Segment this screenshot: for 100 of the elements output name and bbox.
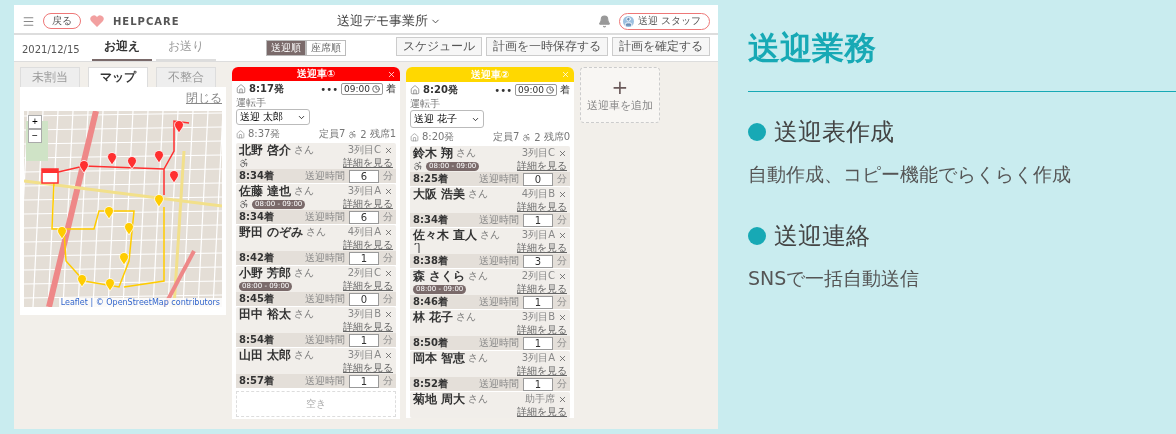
seat-text: 3列目C: [521, 146, 555, 160]
driver-select[interactable]: 送迎 太郎: [236, 109, 310, 125]
honorific: さん: [468, 187, 489, 201]
duration-label: 送迎時間: [479, 377, 519, 391]
duration-field[interactable]: 6: [349, 210, 379, 224]
passenger-card[interactable]: 菊地 周大 さん 助手席 詳細を見る: [410, 392, 570, 418]
seat-text: 3列目A: [347, 348, 381, 362]
details-link[interactable]: 詳細を見る: [343, 279, 393, 293]
passenger-name: 鈴木 翔: [413, 146, 454, 160]
bell-icon[interactable]: [597, 14, 611, 28]
remove-icon[interactable]: [558, 394, 567, 404]
remove-icon[interactable]: [558, 271, 567, 281]
passenger-card[interactable]: 佐々木 直人 さん 3列目A 詳細を見る 8:38着 送迎時間 3 分: [410, 228, 570, 268]
remove-icon[interactable]: [384, 227, 393, 237]
duration-label: 送迎時間: [479, 213, 519, 227]
passenger-name: 大阪 浩美: [413, 187, 466, 201]
office-dropdown[interactable]: 送迎デモ事業所: [330, 11, 447, 31]
more-dots[interactable]: •••: [494, 84, 513, 96]
order-toggle-button[interactable]: 送迎順: [265, 40, 306, 56]
details-link[interactable]: 詳細を見る: [517, 364, 567, 378]
remove-icon[interactable]: [558, 148, 567, 158]
passenger-card[interactable]: 大阪 浩美 さん 4列目B 詳細を見る 8:34着 送迎時間 1 分: [410, 187, 570, 227]
passenger-card[interactable]: 林 花子 さん 3列目B 詳細を見る 8:50着 送迎時間 1 分: [410, 310, 570, 350]
duration-field[interactable]: 6: [349, 169, 379, 183]
details-link[interactable]: 詳細を見る: [517, 159, 567, 173]
close-link[interactable]: 閉じる: [186, 90, 222, 107]
capacity-text: 定員7: [492, 130, 520, 144]
duration-field[interactable]: 0: [349, 292, 379, 306]
zoom-out-button[interactable]: −: [28, 129, 42, 143]
unit-text: 分: [557, 213, 567, 227]
action-button[interactable]: スケジュール: [396, 37, 482, 56]
menu-icon[interactable]: [22, 14, 35, 28]
feature-text: SNSで一括自動送信: [748, 266, 921, 291]
start-time: 8:20発: [422, 130, 455, 144]
section-title: 送迎業務: [748, 28, 877, 69]
remove-icon[interactable]: [558, 230, 567, 240]
arrive-suffix: 着: [560, 83, 570, 97]
action-button[interactable]: 計画を一時保存する: [486, 37, 608, 56]
action-button[interactable]: 計画を確定する: [612, 37, 710, 56]
details-link[interactable]: 詳細を見る: [517, 200, 567, 214]
passenger-card[interactable]: 北野 啓介 さん 3列目C 詳細を見る 8:34着 送迎時間 6 分: [236, 143, 396, 183]
remove-icon[interactable]: [558, 189, 567, 199]
duration-field[interactable]: 1: [349, 374, 379, 388]
duration-field[interactable]: 1: [523, 377, 553, 391]
zoom-in-button[interactable]: +: [28, 115, 42, 129]
unit-text: 分: [557, 172, 567, 186]
feature-heading: 送迎表作成: [774, 117, 894, 148]
details-link[interactable]: 詳細を見る: [517, 241, 567, 255]
duration-field[interactable]: 1: [523, 336, 553, 350]
clock-icon: [372, 85, 380, 93]
house-icon: [410, 132, 419, 142]
passenger-card[interactable]: 山田 太郎 さん 3列目A 詳細を見る 8:57着 送迎時間 1 分: [236, 348, 396, 388]
arrival-time: 8:57着: [239, 374, 274, 388]
unit-text: 分: [383, 292, 393, 306]
duration-field[interactable]: 0: [523, 172, 553, 186]
details-link[interactable]: 詳細を見る: [343, 156, 393, 170]
details-link[interactable]: 詳細を見る: [517, 282, 567, 296]
more-dots[interactable]: •••: [320, 83, 339, 95]
remove-icon[interactable]: [384, 309, 393, 319]
arrival-time-field[interactable]: 09:00: [515, 84, 557, 96]
honorific: さん: [468, 392, 489, 406]
details-link[interactable]: 詳細を見る: [517, 405, 567, 418]
unit-text: 分: [557, 254, 567, 268]
seat-text: 4列目A: [347, 225, 381, 239]
unit-text: 分: [383, 169, 393, 183]
arrival-time-field[interactable]: 09:00: [341, 83, 383, 95]
duration-field[interactable]: 1: [349, 251, 379, 265]
house-icon: [410, 85, 420, 95]
remove-icon[interactable]: [558, 353, 567, 363]
duration-label: 送迎時間: [305, 210, 345, 224]
remove-icon[interactable]: [384, 145, 393, 155]
details-link[interactable]: 詳細を見る: [517, 323, 567, 337]
logo-text: HELPCARE: [113, 15, 180, 27]
remove-icon[interactable]: [384, 186, 393, 196]
duration-field[interactable]: 1: [349, 333, 379, 347]
order-toggle-button[interactable]: 座席順: [305, 40, 346, 56]
side-tab[interactable]: マップ: [88, 67, 148, 87]
remove-icon[interactable]: [384, 350, 393, 360]
details-link[interactable]: 詳細を見る: [343, 238, 393, 252]
passenger-card[interactable]: 岡本 智恵 さん 3列目A 詳細を見る 8:52着 送迎時間 1 分: [410, 351, 570, 391]
duration-field[interactable]: 3: [523, 254, 553, 268]
driver-select[interactable]: 送迎 花子: [410, 110, 484, 128]
duration-label: 送迎時間: [305, 169, 345, 183]
honorific: さん: [468, 351, 489, 365]
details-link[interactable]: 詳細を見る: [343, 361, 393, 375]
close-icon[interactable]: [387, 70, 396, 79]
passenger-card[interactable]: 野田 のぞみ さん 4列目A 詳細を見る 8:42着 送迎時間 1 分: [236, 225, 396, 265]
details-link[interactable]: 詳細を見る: [343, 320, 393, 334]
seat-text: 2列目C: [521, 269, 555, 283]
passenger-card[interactable]: 田中 裕太 さん 3列目B 詳細を見る 8:54着 送迎時間 1 分: [236, 307, 396, 347]
details-link[interactable]: 詳細を見る: [343, 197, 393, 211]
user-button[interactable]: 送迎 スタッフ: [618, 12, 710, 30]
arrival-time: 8:46着: [413, 295, 448, 309]
duration-field[interactable]: 1: [523, 213, 553, 227]
add-vehicle-button[interactable]: + 送迎車を追加: [580, 67, 660, 123]
duration-label: 送迎時間: [305, 333, 345, 347]
remove-icon[interactable]: [384, 268, 393, 278]
duration-field[interactable]: 1: [523, 295, 553, 309]
back-button[interactable]: 戻る: [43, 13, 81, 29]
remove-icon[interactable]: [558, 312, 567, 322]
